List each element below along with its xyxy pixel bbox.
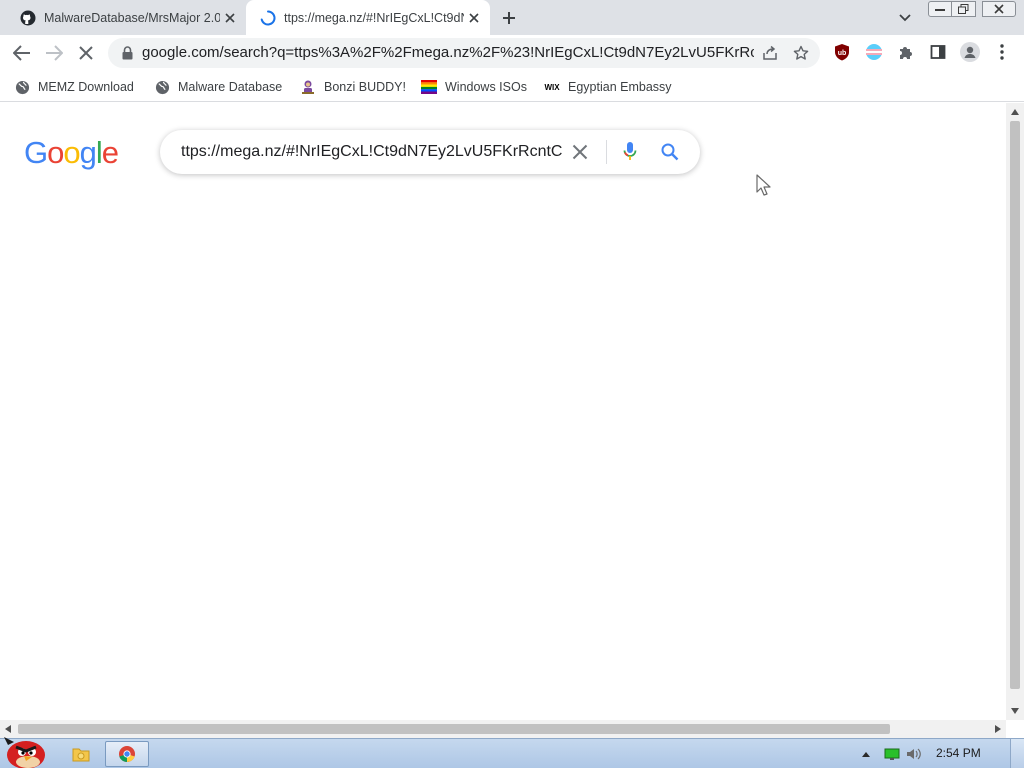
scroll-right-icon[interactable] — [995, 725, 1001, 733]
tab-close-icon[interactable] — [220, 8, 240, 28]
lock-icon[interactable] — [120, 45, 134, 61]
scrollbar-thumb[interactable] — [1010, 121, 1020, 689]
tab-close-icon[interactable] — [464, 8, 484, 28]
search-icon[interactable] — [658, 140, 682, 164]
bookmark-label: Malware Database — [178, 80, 283, 94]
profile-avatar-icon[interactable] — [958, 40, 982, 64]
bookmark-label: Egyptian Embassy — [568, 80, 672, 94]
chrome-icon — [119, 746, 135, 763]
bookmark-windows-isos[interactable]: Windows ISOs — [421, 76, 527, 98]
rainbow-flag-icon — [421, 79, 437, 95]
volume-icon[interactable] — [905, 745, 923, 763]
angry-bird-icon — [4, 737, 45, 768]
svg-text:ub: ub — [838, 50, 847, 57]
tab-mega-search[interactable]: ttps://mega.nz/#!NrIEgCxL!Ct9dN7Ey2LvU5F… — [246, 0, 490, 35]
close-icon — [79, 46, 93, 60]
share-icon[interactable] — [759, 42, 781, 64]
pride-extension-icon[interactable] — [862, 40, 886, 64]
window-close-button[interactable] — [982, 1, 1016, 17]
bookmark-label: MEMZ Download — [38, 80, 134, 94]
new-tab-button[interactable] — [497, 6, 521, 30]
bookmark-bonzi-buddy[interactable]: Bonzi BUDDY! — [300, 76, 406, 98]
search-divider — [606, 140, 607, 164]
clear-search-icon[interactable] — [568, 140, 592, 164]
restore-button[interactable] — [952, 1, 976, 17]
svg-text:WIX: WIX — [544, 83, 560, 92]
close-icon — [994, 4, 1004, 14]
taskbar-chrome[interactable] — [105, 741, 149, 767]
screen: MalwareDatabase/MrsMajor 2.0 ttps://mega… — [0, 0, 1024, 768]
forward-button[interactable] — [40, 39, 68, 67]
bookmark-egyptian-embassy[interactable]: WIX Egyptian Embassy — [544, 76, 672, 98]
bookmark-label: Bonzi BUDDY! — [324, 80, 406, 94]
arrow-right-icon — [46, 45, 63, 61]
network-icon[interactable] — [883, 745, 901, 763]
menu-kebab-icon[interactable] — [990, 40, 1014, 64]
globe-icon — [154, 79, 170, 95]
start-button[interactable] — [2, 731, 50, 768]
scroll-up-icon[interactable] — [1011, 109, 1019, 115]
show-hidden-icons-button[interactable] — [860, 745, 872, 763]
globe-icon — [14, 79, 30, 95]
logo-letter: o — [47, 135, 64, 170]
taskbar: 2:54 PM — [0, 737, 1024, 768]
plus-icon — [503, 12, 515, 24]
taskbar-explorer[interactable] — [64, 741, 98, 767]
search-input[interactable]: ttps://mega.nz/#!NrIEgCxL!Ct9dN7Ey2LvU5F… — [181, 143, 565, 161]
bonzi-icon — [300, 79, 316, 95]
logo-letter: G — [24, 135, 48, 170]
bookmark-malware-database[interactable]: Malware Database — [154, 76, 282, 98]
minimize-button[interactable] — [928, 1, 952, 17]
folder-icon — [72, 748, 90, 762]
scroll-down-icon[interactable] — [1011, 708, 1019, 714]
search-box[interactable]: ttps://mega.nz/#!NrIEgCxL!Ct9dN7Ey2LvU5F… — [160, 130, 700, 174]
chevron-down-icon — [899, 14, 911, 22]
microphone-icon[interactable] — [618, 140, 642, 164]
address-text[interactable]: google.com/search?q=ttps%3A%2F%2Fmega.nz… — [142, 44, 754, 61]
stop-loading-button[interactable] — [72, 39, 100, 67]
horizontal-scrollbar[interactable] — [0, 720, 1006, 738]
logo-letter: g — [79, 135, 97, 170]
back-button[interactable] — [8, 39, 36, 67]
wix-icon: WIX — [544, 79, 560, 95]
tab-search-button[interactable] — [893, 7, 917, 29]
ublock-origin-icon[interactable]: ub — [830, 40, 854, 64]
bookmark-memz-download[interactable]: MEMZ Download — [14, 76, 134, 98]
arrow-left-icon — [13, 45, 30, 61]
tab-title: MalwareDatabase/MrsMajor 2.0 — [44, 10, 220, 25]
scrollbar-thumb[interactable] — [18, 724, 890, 734]
restore-icon — [958, 4, 969, 14]
logo-letter: e — [101, 135, 119, 170]
github-icon — [20, 10, 36, 26]
google-logo[interactable]: Google — [24, 135, 119, 171]
bookmarks-bar: MEMZ Download Malware Database Bonzi BUD… — [0, 71, 1024, 102]
mouse-cursor-icon — [756, 174, 771, 196]
loading-spinner-icon — [260, 9, 276, 26]
taskbar-clock[interactable]: 2:54 PM — [936, 746, 981, 760]
tab-title: ttps://mega.nz/#!NrIEgCxL!Ct9dN7Ey2LvU5F… — [284, 10, 464, 25]
puzzle-icon[interactable] — [894, 40, 918, 64]
show-desktop-button[interactable] — [1010, 739, 1024, 768]
chevron-up-icon — [862, 751, 870, 757]
logo-letter: o — [63, 135, 80, 170]
side-panel-icon[interactable] — [926, 40, 950, 64]
page-content: Google ttps://mega.nz/#!NrIEgCxL!Ct9dN7E… — [0, 103, 1006, 720]
address-bar[interactable]: google.com/search?q=ttps%3A%2F%2Fmega.nz… — [108, 38, 820, 68]
tab-malware-database[interactable]: MalwareDatabase/MrsMajor 2.0 — [8, 0, 246, 35]
star-icon[interactable] — [790, 42, 812, 64]
vertical-scrollbar[interactable] — [1006, 103, 1024, 720]
minimize-icon — [935, 9, 945, 11]
bookmark-label: Windows ISOs — [445, 80, 527, 94]
tab-strip: MalwareDatabase/MrsMajor 2.0 ttps://mega… — [0, 0, 1024, 35]
